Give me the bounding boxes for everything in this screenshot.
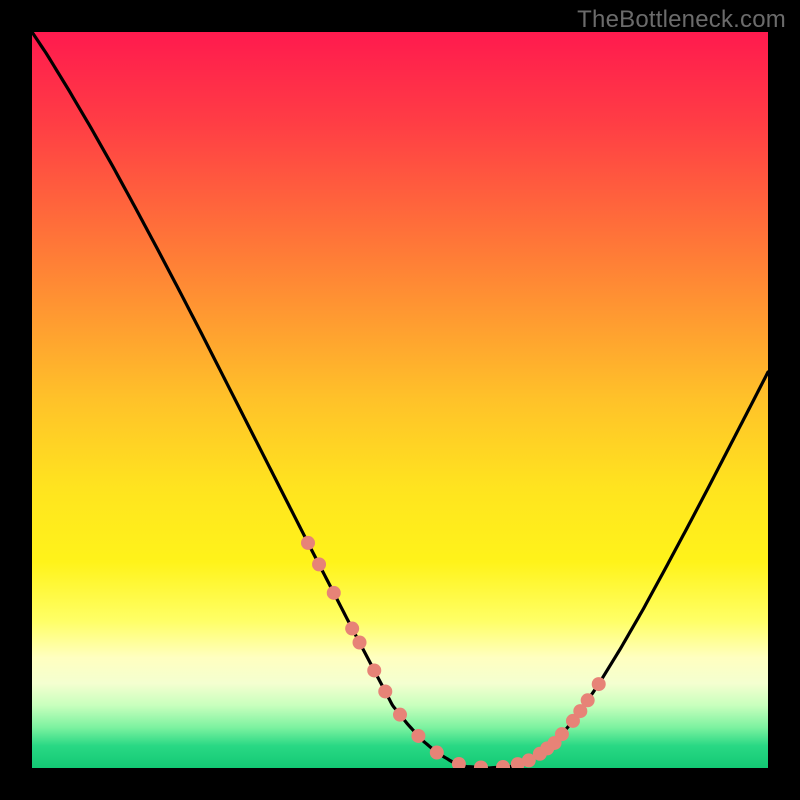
curve-marker: [367, 663, 381, 677]
watermark-text: TheBottleneck.com: [577, 6, 786, 34]
curve-marker: [378, 684, 392, 698]
curve-marker: [581, 693, 595, 707]
curve-marker: [301, 536, 315, 550]
chart-svg: [32, 32, 768, 768]
curve-marker: [592, 677, 606, 691]
curve-marker: [353, 636, 367, 650]
curve-marker: [393, 708, 407, 722]
curve-marker: [345, 622, 359, 636]
outer-frame: { "watermark": "TheBottleneck.com", "col…: [0, 0, 800, 800]
gradient-rect: [32, 32, 768, 768]
curve-marker: [555, 727, 569, 741]
curve-marker: [430, 746, 444, 760]
curve-marker: [411, 729, 425, 743]
curve-marker: [312, 557, 326, 571]
plot-area: [32, 32, 768, 768]
curve-marker: [327, 586, 341, 600]
